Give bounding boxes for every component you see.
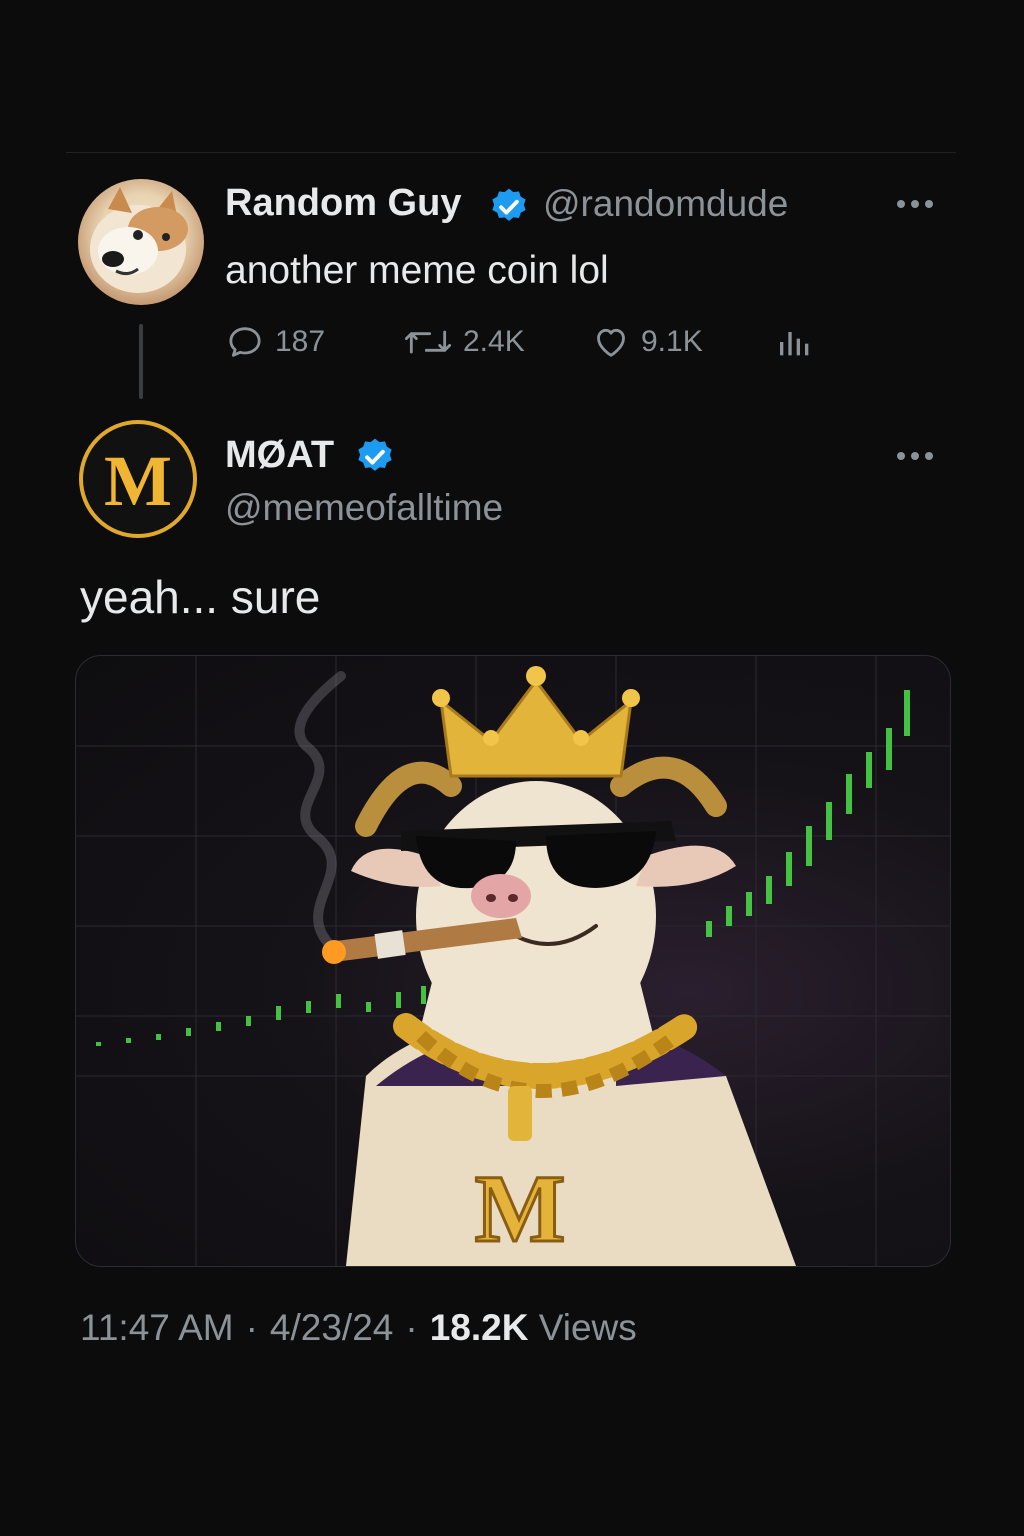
pendant-letter: M [475, 1155, 566, 1262]
more-options-icon[interactable] [893, 194, 937, 214]
parent-display-name[interactable]: Random Guy [225, 182, 461, 225]
thread-connector-line [139, 324, 143, 399]
heart-icon [597, 328, 625, 357]
reply-button[interactable]: 187 [225, 322, 325, 362]
verified-badge-icon [492, 188, 526, 221]
goat-king-illustration: M [76, 656, 950, 1266]
meta-separator: · [405, 1307, 418, 1348]
retweet-count: 2.4K [463, 325, 525, 358]
verified-badge-icon [358, 438, 392, 471]
tweet-meta: 11:47 AM · 4/23/24 · 18.2K Views [80, 1307, 637, 1349]
reply-display-name[interactable]: MØAT [225, 434, 334, 477]
reply-count: 187 [275, 325, 326, 358]
more-options-icon[interactable] [893, 446, 937, 466]
analytics-icon [780, 332, 809, 356]
reply-icon [229, 327, 261, 357]
moat-avatar[interactable]: M [79, 420, 197, 538]
view-count: 18.2K [429, 1307, 529, 1348]
top-divider [66, 152, 956, 153]
parent-tweet-text: another meme coin lol [225, 249, 609, 292]
tweet-media-image[interactable]: M [75, 655, 951, 1267]
retweet-button[interactable]: 2.4K [403, 322, 525, 362]
moat-logo-letter: M [104, 441, 172, 521]
tweet-time[interactable]: 11:47 AM [80, 1307, 234, 1348]
reply-tweet-text: yeah... sure [80, 571, 321, 623]
reply-handle[interactable]: @memeofalltime [225, 487, 503, 529]
retweet-icon [404, 330, 452, 354]
views-label: Views [538, 1307, 637, 1348]
like-button[interactable]: 9.1K [591, 322, 703, 362]
meta-separator: · [245, 1307, 258, 1348]
random-guy-avatar[interactable] [78, 179, 204, 305]
tweet-date[interactable]: 4/23/24 [270, 1307, 393, 1348]
shiba-dog-icon [90, 187, 188, 293]
parent-handle[interactable]: @randomdude [543, 183, 788, 225]
views-button[interactable] [775, 322, 815, 362]
like-count: 9.1K [641, 325, 703, 358]
